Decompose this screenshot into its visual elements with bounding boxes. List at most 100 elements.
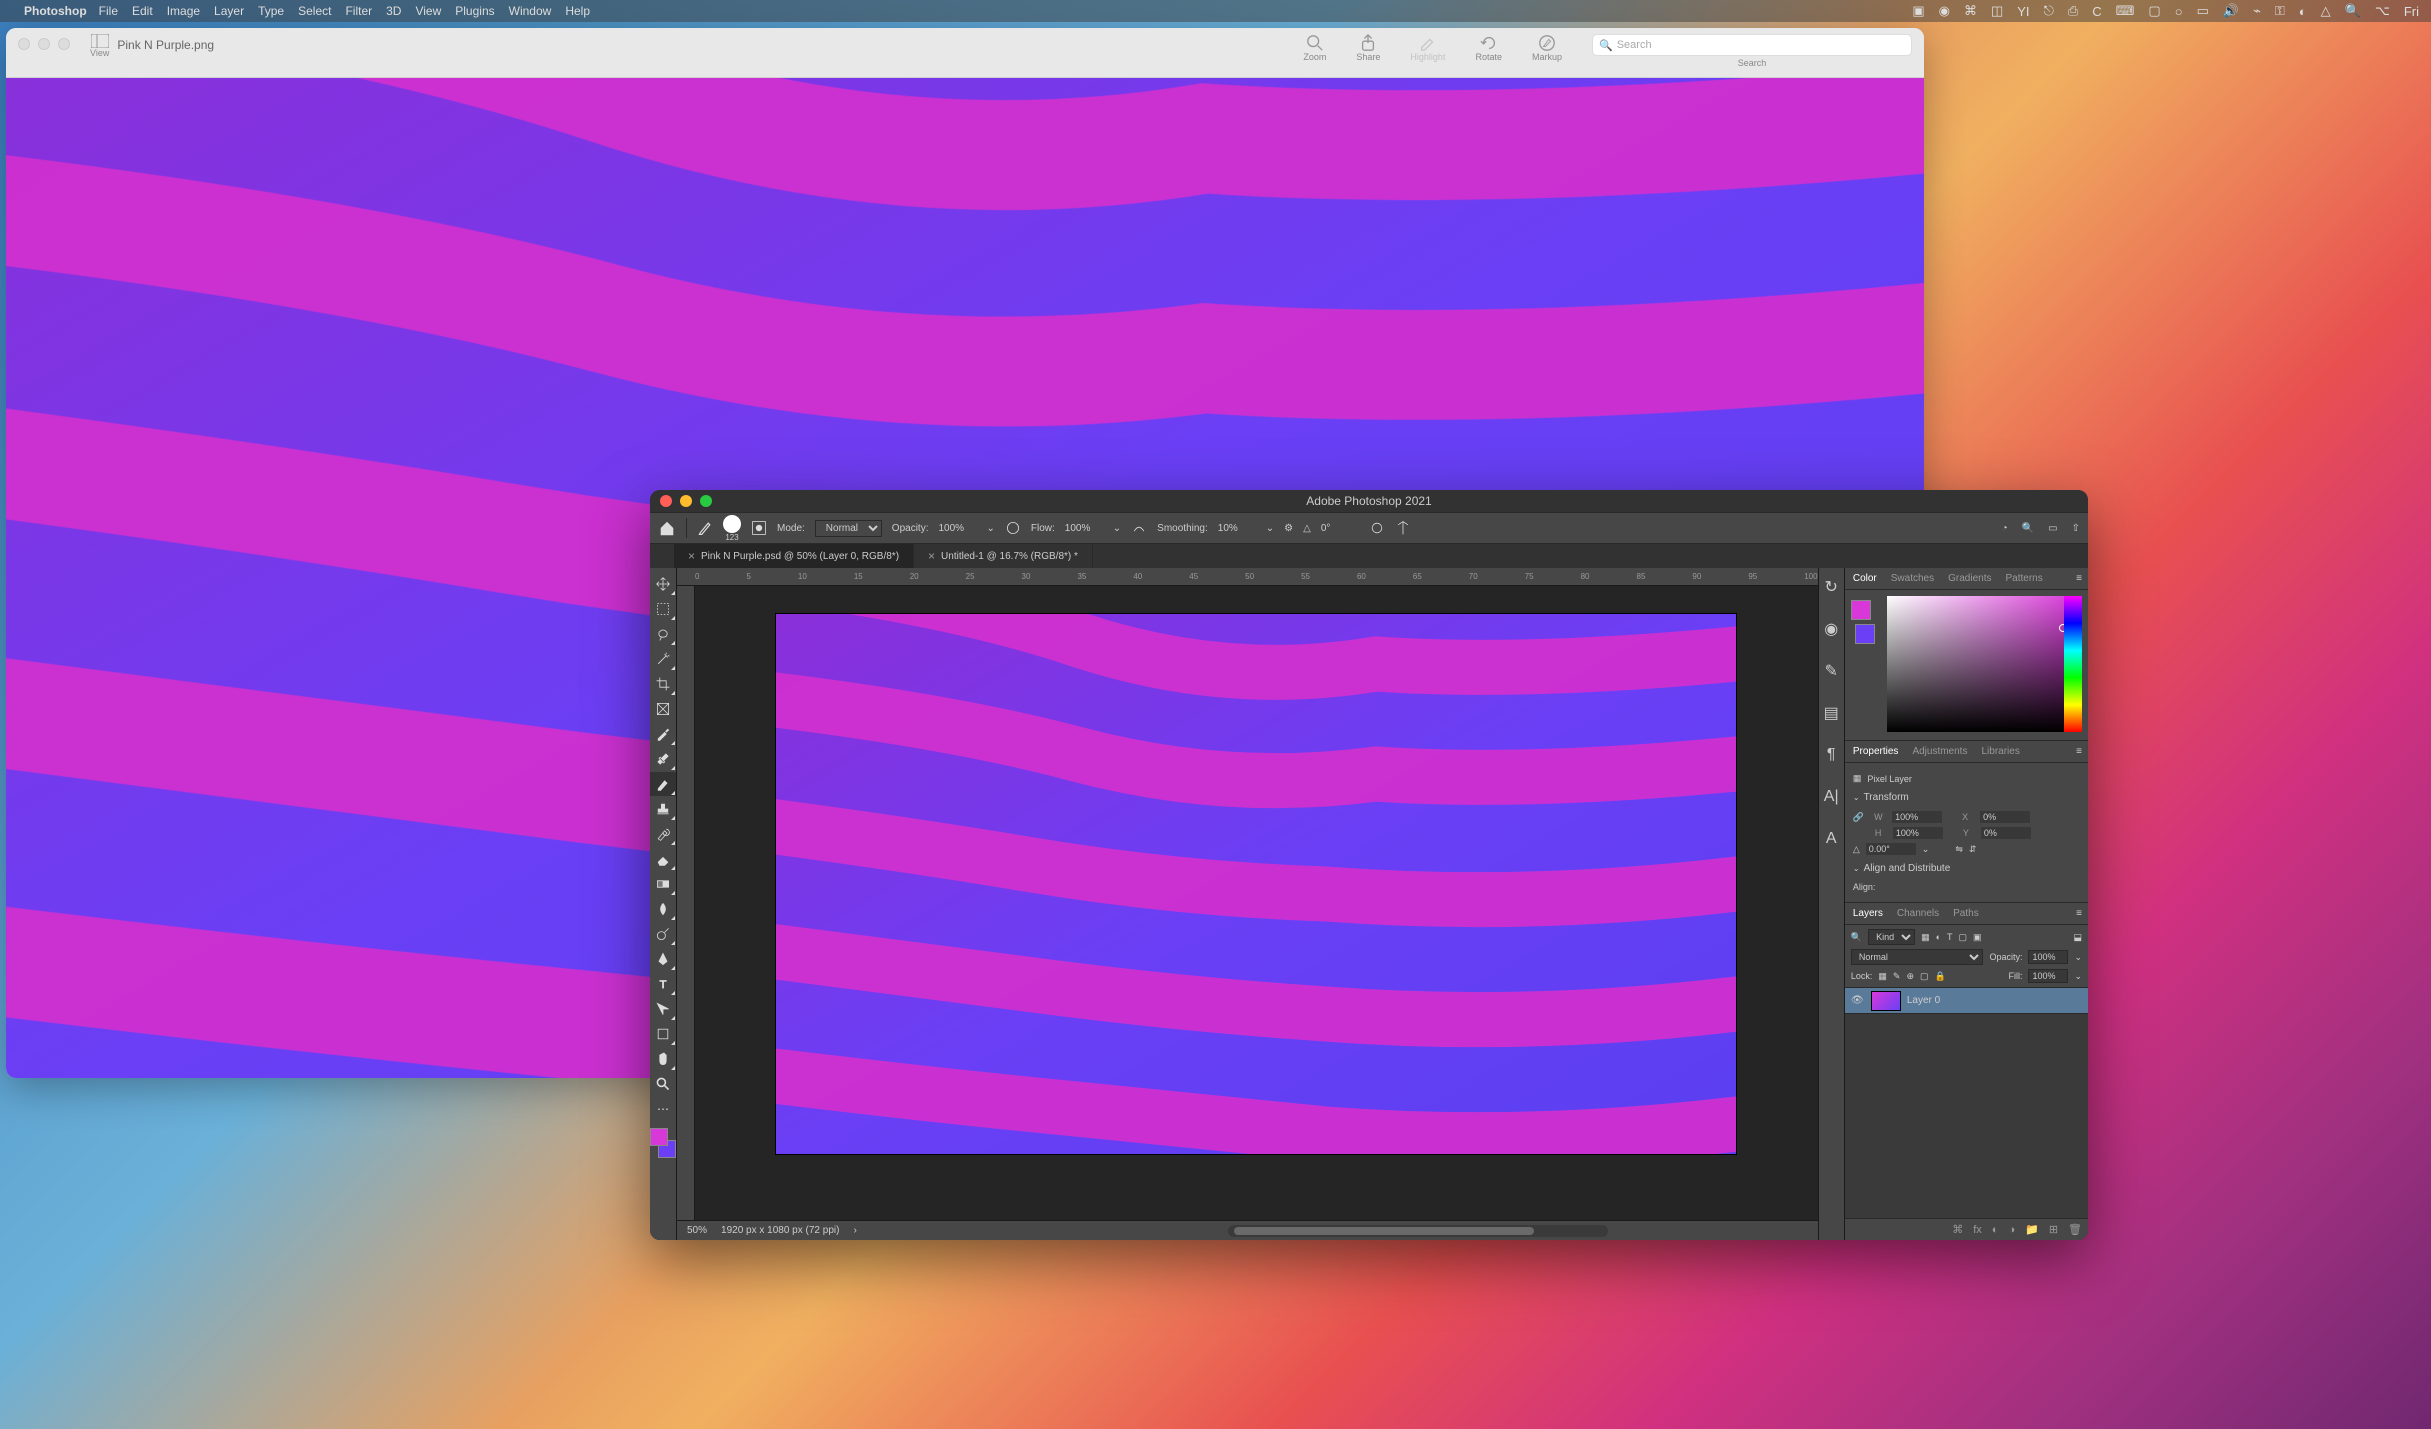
document-tab[interactable]: × Pink N Purple.psd @ 50% (Layer 0, RGB/… (674, 544, 914, 568)
panel-menu-icon[interactable]: ≡ (2076, 746, 2082, 757)
wand-tool[interactable] (650, 647, 676, 671)
layer-item[interactable]: 👁 Layer 0 (1845, 988, 2088, 1014)
chevron-down-icon[interactable]: ⌄ (1853, 864, 1860, 873)
chevron-down-icon[interactable]: ⌄ (1266, 523, 1274, 534)
stamp-tool[interactable] (650, 797, 676, 821)
history-brush-tool[interactable] (650, 822, 676, 846)
tab-adjustments[interactable]: Adjustments (1910, 743, 1969, 760)
panel-menu-icon[interactable]: ≡ (2076, 573, 2082, 584)
home-icon[interactable] (658, 519, 676, 537)
brush-tool[interactable] (650, 772, 676, 796)
menu-image[interactable]: Image (167, 4, 200, 18)
horizontal-scrollbar[interactable] (1228, 1225, 1608, 1237)
link-layers-icon[interactable]: ⌘ (1952, 1223, 1963, 1236)
gradient-tool[interactable] (650, 872, 676, 896)
foreground-color-swatch[interactable] (650, 1128, 668, 1146)
tab-color[interactable]: Color (1851, 570, 1879, 587)
statusbar-icon[interactable]: ◫ (1991, 3, 2003, 19)
menu-view[interactable]: View (415, 4, 441, 18)
preview-rotate-tool[interactable]: Rotate (1475, 34, 1502, 62)
type-tool[interactable]: T (650, 972, 676, 996)
layer-name[interactable]: Layer 0 (1907, 995, 1940, 1006)
path-tool[interactable] (650, 997, 676, 1021)
chevron-down-icon[interactable]: ⌄ (1922, 844, 1930, 855)
menu-3d[interactable]: 3D (386, 4, 401, 18)
chevron-down-icon[interactable]: ⌄ (2074, 971, 2082, 982)
control-center-icon[interactable]: ⌥ (2375, 3, 2390, 19)
zoom-level[interactable]: 50% (687, 1225, 707, 1236)
lasso-tool[interactable] (650, 622, 676, 646)
brush-preset-picker[interactable]: 123 (723, 515, 741, 542)
menu-plugins[interactable]: Plugins (455, 4, 494, 18)
brushes-panel-icon[interactable]: ✎ (1822, 662, 1840, 680)
search-icon[interactable]: ◔ (2002, 523, 2008, 534)
ps-canvas[interactable] (695, 586, 1818, 1220)
menu-file[interactable]: File (99, 4, 118, 18)
angle-input[interactable] (1321, 523, 1359, 534)
statusbar-icon[interactable]: ▢ (2148, 3, 2160, 19)
layer-opacity-input[interactable] (2028, 950, 2068, 964)
menu-layer[interactable]: Layer (214, 4, 244, 18)
chevron-down-icon[interactable]: ⌄ (2074, 952, 2082, 963)
edit-toolbar[interactable]: ⋯ (650, 1097, 676, 1121)
brush-tool-icon[interactable] (697, 520, 713, 536)
close-icon[interactable]: × (688, 549, 695, 563)
hue-slider[interactable] (2064, 596, 2082, 732)
statusbar-icon[interactable]: ○ (2175, 4, 2183, 19)
spotlight-icon[interactable]: 🔍 (2345, 3, 2361, 19)
tab-libraries[interactable]: Libraries (1979, 743, 2021, 760)
menu-filter[interactable]: Filter (345, 4, 372, 18)
statusbar-icon[interactable]: ◉ (1939, 3, 1950, 19)
ps-artboard[interactable] (776, 614, 1736, 1154)
document-tab[interactable]: × Untitled-1 @ 16.7% (RGB/8*) * (914, 544, 1093, 568)
preview-markup-tool[interactable]: Markup (1532, 34, 1562, 62)
menu-window[interactable]: Window (509, 4, 552, 18)
app-menu[interactable]: Photoshop (24, 4, 87, 18)
trash-icon[interactable]: 🗑 (2068, 1223, 2082, 1236)
volume-icon[interactable]: 🔊 (2223, 3, 2239, 19)
smoothing-input[interactable] (1218, 523, 1256, 534)
statusbar-icon[interactable]: ⎙ (2068, 3, 2078, 19)
menu-help[interactable]: Help (565, 4, 590, 18)
color-field[interactable] (1887, 596, 2077, 732)
layer-style-icon[interactable]: fx (1973, 1224, 1982, 1236)
battery-icon[interactable]: ◐ (2299, 4, 2307, 19)
tab-properties[interactable]: Properties (1851, 743, 1901, 760)
preview-share-tool[interactable]: Share (1356, 34, 1380, 62)
eyedropper-tool[interactable] (650, 722, 676, 746)
glyphs-panel-icon[interactable]: A (1822, 830, 1840, 848)
chevron-down-icon[interactable]: ⌄ (986, 523, 994, 534)
opacity-input[interactable] (938, 523, 976, 534)
tab-gradients[interactable]: Gradients (1946, 570, 1993, 587)
filter-toggle-icon[interactable]: ⬓ (2073, 932, 2082, 943)
chevron-down-icon[interactable]: ⌄ (1853, 793, 1860, 802)
menu-edit[interactable]: Edit (132, 4, 153, 18)
lock-pixels-icon[interactable]: ✎ (1893, 971, 1901, 982)
lock-position-icon[interactable]: ⊕ (1906, 971, 1914, 982)
gear-icon[interactable]: ⚙ (1284, 523, 1293, 534)
preview-close-button[interactable] (18, 38, 30, 50)
bluetooth-icon[interactable]: ⌁ (2253, 3, 2261, 19)
hand-tool[interactable] (650, 1047, 676, 1071)
flip-horizontal-icon[interactable]: ⇋ (1955, 844, 1963, 855)
statusbar-icon[interactable]: ⎋ (2044, 3, 2054, 19)
flow-input[interactable] (1065, 523, 1103, 534)
horizontal-ruler[interactable]: 0 5 10 15 20 25 30 35 40 45 50 55 60 65 … (677, 568, 1818, 586)
filter-adjustment-icon[interactable]: ◐ (1936, 932, 1941, 942)
lock-all-icon[interactable]: 🔒 (1935, 971, 1946, 982)
statusbar-icon[interactable]: YI (2017, 4, 2029, 19)
crop-tool[interactable] (650, 672, 676, 696)
lock-artboard-icon[interactable]: ▢ (1920, 971, 1929, 982)
blur-tool[interactable] (650, 897, 676, 921)
link-icon[interactable]: 🔗 (1853, 812, 1864, 823)
chevron-right-icon[interactable]: › (853, 1225, 856, 1236)
symmetry-icon[interactable] (1395, 520, 1411, 536)
adjustment-layer-icon[interactable]: ◑ (2008, 1224, 2015, 1236)
character-panel-icon[interactable]: A| (1822, 788, 1840, 806)
paragraph-panel-icon[interactable]: ¶ (1822, 746, 1840, 764)
preview-minimize-button[interactable] (38, 38, 50, 50)
sidebar-icon[interactable] (91, 34, 109, 48)
panel-bg-swatch[interactable] (1855, 624, 1875, 644)
filter-pixel-icon[interactable]: ▦ (1921, 932, 1930, 943)
brush-panel-toggle-icon[interactable] (751, 520, 767, 536)
